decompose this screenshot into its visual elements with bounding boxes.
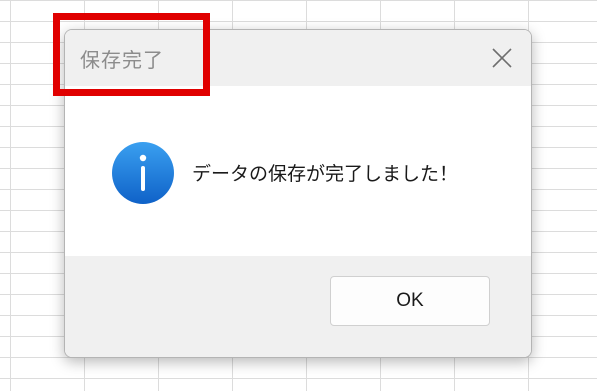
dialog-content: データの保存が完了しました！ xyxy=(65,86,531,256)
save-complete-dialog: 保存完了 データの保存が完了しました！ OK xyxy=(64,29,532,358)
dialog-message: データの保存が完了しました！ xyxy=(192,163,459,185)
dialog-titlebar: 保存完了 xyxy=(65,30,531,86)
close-button[interactable] xyxy=(479,36,525,80)
ok-button[interactable]: OK xyxy=(330,276,490,326)
dialog-title: 保存完了 xyxy=(80,48,164,72)
close-icon xyxy=(492,48,512,68)
info-icon xyxy=(112,142,174,204)
dialog-footer: OK xyxy=(65,256,531,357)
